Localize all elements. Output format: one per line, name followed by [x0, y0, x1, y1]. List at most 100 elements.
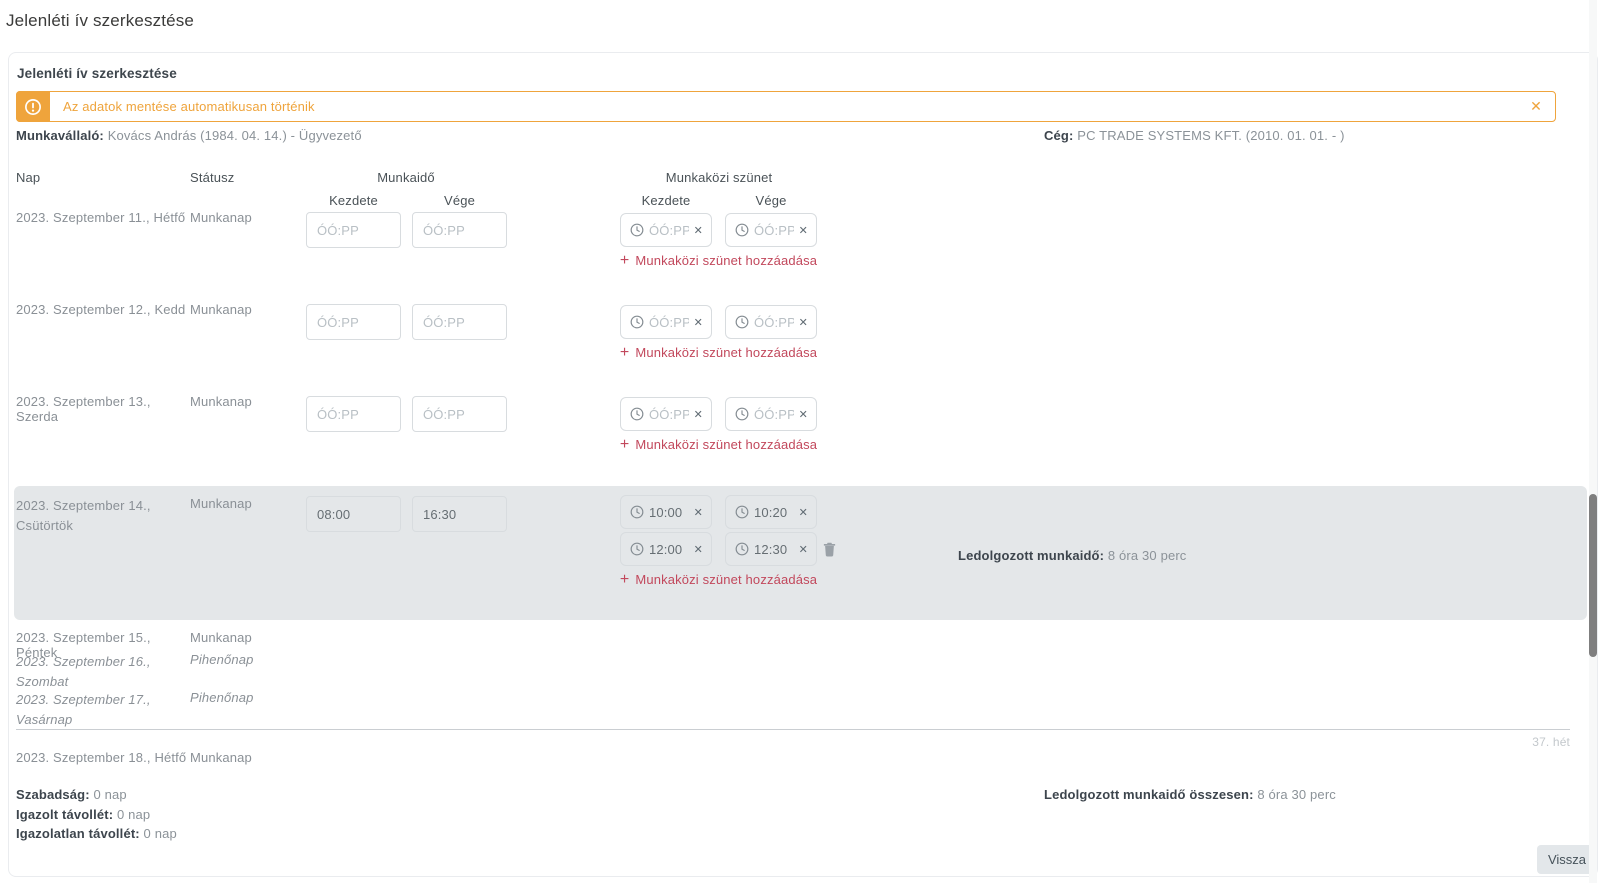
- total-worked-label: Ledolgozott munkaidő összesen:: [1044, 787, 1254, 802]
- add-break-button[interactable]: + Munkaközi szünet hozzáadása: [620, 437, 817, 452]
- row-date: 2023. Szeptember 17., Vasárnap: [16, 690, 158, 730]
- add-break-button[interactable]: + Munkaközi szünet hozzáadása: [620, 572, 817, 587]
- vacation-label: Szabadság:: [16, 787, 90, 802]
- clear-break-icon[interactable]: ✕: [799, 316, 808, 329]
- row-status: Munkanap: [190, 210, 310, 225]
- plus-icon: +: [620, 438, 630, 451]
- clear-break-icon[interactable]: ✕: [694, 316, 703, 329]
- plus-icon: +: [620, 254, 630, 267]
- row-date: 2023. Szeptember 13., Szerda: [16, 394, 191, 424]
- add-break-label: Munkaközi szünet hozzáadása: [635, 253, 817, 268]
- clear-break-icon[interactable]: ✕: [694, 543, 703, 556]
- clear-break-icon[interactable]: ✕: [799, 543, 808, 556]
- row-date: 2023. Szeptember 11., Hétfő: [16, 210, 191, 225]
- clear-break-icon[interactable]: ✕: [799, 224, 808, 237]
- banner-close-icon[interactable]: ✕: [1530, 92, 1542, 121]
- header-work-time: Munkaidő: [306, 170, 506, 185]
- clock-icon: [630, 407, 644, 421]
- card-heading: Jelenléti ív szerkesztése: [17, 66, 177, 81]
- attendance-sheet-page: Jelenléti ív szerkesztése Jelenléti ív s…: [0, 0, 1606, 883]
- clear-break-icon[interactable]: ✕: [694, 224, 703, 237]
- header-work-start: Kezdete: [306, 193, 401, 208]
- scrollbar-track[interactable]: [1589, 0, 1597, 883]
- break-end-input[interactable]: ✕: [725, 495, 817, 529]
- break-end-input[interactable]: ✕: [725, 532, 817, 566]
- clock-icon: [630, 315, 644, 329]
- work-end-input[interactable]: [412, 212, 507, 248]
- work-start-input[interactable]: [306, 396, 401, 432]
- row-status: Munkanap: [190, 630, 310, 645]
- break-end-input[interactable]: ✕: [725, 305, 817, 339]
- break-start-input[interactable]: ✕: [620, 213, 712, 247]
- total-worked-summary: Ledolgozott munkaidő összesen: 8 óra 30 …: [1044, 787, 1336, 802]
- work-start-input[interactable]: [306, 212, 401, 248]
- unverified-absence-summary: Igazolatlan távollét: 0 nap: [16, 826, 177, 841]
- clear-break-icon[interactable]: ✕: [799, 506, 808, 519]
- clock-icon: [735, 315, 749, 329]
- vacation-value: 0 nap: [94, 787, 127, 802]
- header-break-end: Vége: [725, 193, 817, 208]
- break-start-field[interactable]: [649, 505, 689, 520]
- clear-break-icon[interactable]: ✕: [694, 408, 703, 421]
- break-start-input[interactable]: ✕: [620, 305, 712, 339]
- break-start-input[interactable]: ✕: [620, 397, 712, 431]
- break-start-field[interactable]: [649, 223, 689, 238]
- employee-info: Munkavállaló: Kovács András (1984. 04. 1…: [16, 128, 362, 143]
- clock-icon: [735, 223, 749, 237]
- verified-absence-summary: Igazolt távollét: 0 nap: [16, 807, 150, 822]
- plus-icon: +: [620, 346, 630, 359]
- autosave-banner: Az adatok mentése automatikusan történik…: [16, 91, 1556, 122]
- work-end-input[interactable]: [412, 496, 507, 532]
- header-status: Státusz: [190, 170, 234, 185]
- break-start-field[interactable]: [649, 407, 689, 422]
- row-date: 2023. Szeptember 14., Csütörtök: [16, 496, 158, 536]
- header-break-start: Kezdete: [620, 193, 712, 208]
- total-worked-value: 8 óra 30 perc: [1257, 787, 1336, 802]
- add-break-button[interactable]: + Munkaközi szünet hozzáadása: [620, 253, 817, 268]
- clock-icon: [630, 542, 644, 556]
- row-date: 2023. Szeptember 18., Hétfő: [16, 750, 191, 765]
- break-end-field[interactable]: [754, 505, 794, 520]
- row-status: Munkanap: [190, 302, 310, 317]
- row-status: Munkanap: [190, 750, 310, 765]
- worked-time-value: 8 óra 30 perc: [1108, 548, 1187, 563]
- work-start-input[interactable]: [306, 304, 401, 340]
- add-break-button[interactable]: + Munkaközi szünet hozzáadása: [620, 345, 817, 360]
- warning-icon: [16, 91, 50, 122]
- break-end-field[interactable]: [754, 407, 794, 422]
- break-start-field[interactable]: [649, 542, 689, 557]
- delete-break-icon[interactable]: [822, 540, 837, 563]
- vacation-summary: Szabadság: 0 nap: [16, 787, 127, 802]
- break-end-field[interactable]: [754, 542, 794, 557]
- break-end-field[interactable]: [754, 315, 794, 330]
- break-start-field[interactable]: [649, 315, 689, 330]
- break-start-input[interactable]: ✕: [620, 532, 712, 566]
- break-end-field[interactable]: [754, 223, 794, 238]
- work-end-input[interactable]: [412, 396, 507, 432]
- break-start-input[interactable]: ✕: [620, 495, 712, 529]
- clear-break-icon[interactable]: ✕: [799, 408, 808, 421]
- clock-icon: [630, 223, 644, 237]
- row-status: Munkanap: [190, 394, 310, 409]
- break-end-input[interactable]: ✕: [725, 397, 817, 431]
- clear-break-icon[interactable]: ✕: [694, 506, 703, 519]
- employee-value: Kovács András (1984. 04. 14.) - Ügyvezet…: [108, 128, 362, 143]
- company-info: Cég: PC TRADE SYSTEMS KFT. (2010. 01. 01…: [1044, 128, 1345, 143]
- worked-time: Ledolgozott munkaidő: 8 óra 30 perc: [958, 548, 1186, 563]
- plus-icon: +: [620, 573, 630, 586]
- week-divider: [16, 729, 1570, 730]
- work-start-input[interactable]: [306, 496, 401, 532]
- break-end-input[interactable]: ✕: [725, 213, 817, 247]
- add-break-label: Munkaközi szünet hozzáadása: [635, 437, 817, 452]
- row-status: Pihenőnap: [190, 652, 310, 667]
- clock-icon: [630, 505, 644, 519]
- row-date: 2023. Szeptember 12., Kedd: [16, 302, 191, 317]
- header-break-time: Munkaközi szünet: [620, 170, 818, 185]
- header-day: Nap: [16, 170, 40, 185]
- back-button[interactable]: Vissza: [1537, 845, 1597, 874]
- unverified-absence-label: Igazolatlan távollét:: [16, 826, 140, 841]
- page-title: Jelenléti ív szerkesztése: [6, 11, 194, 31]
- week-label: 37. hét: [1532, 735, 1570, 749]
- work-end-input[interactable]: [412, 304, 507, 340]
- scrollbar-thumb[interactable]: [1589, 494, 1597, 657]
